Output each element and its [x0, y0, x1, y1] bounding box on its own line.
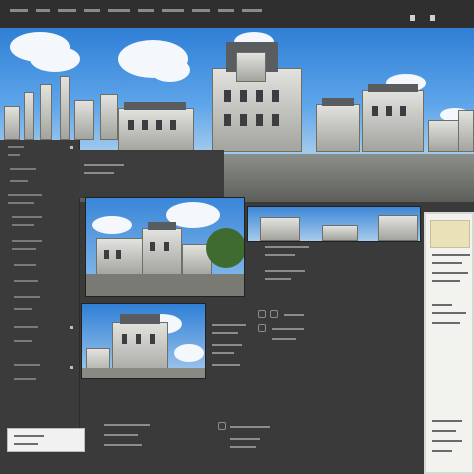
castle-thumbnail-1[interactable] [85, 197, 245, 297]
menu-item[interactable] [218, 9, 234, 12]
layers-icon[interactable] [410, 15, 415, 21]
castle-thumbnail-2[interactable] [81, 303, 206, 379]
eraser-icon[interactable] [270, 310, 278, 318]
footer-label [230, 438, 260, 440]
property-label [212, 364, 240, 366]
menu-item[interactable] [242, 9, 262, 12]
castle-thumbnail-3[interactable] [247, 206, 421, 242]
tool-label [284, 314, 304, 316]
footer-label [104, 444, 142, 446]
file-info-strip [78, 150, 224, 198]
menu-item[interactable] [84, 9, 100, 12]
menu-item[interactable] [58, 9, 76, 12]
layer-label [265, 278, 291, 280]
footer-label [104, 424, 150, 426]
left-tools-panel [0, 140, 80, 440]
select-icon[interactable] [258, 324, 266, 332]
layer-label [265, 246, 309, 248]
context-popup[interactable] [7, 428, 85, 452]
menu-item[interactable] [10, 9, 28, 12]
menu-item[interactable] [138, 9, 154, 12]
property-label [212, 324, 246, 326]
image-editor-window [0, 0, 474, 474]
footer-label [104, 434, 138, 436]
color-swatch[interactable] [430, 220, 470, 248]
crop-icon[interactable] [218, 422, 226, 430]
footer-label [230, 426, 270, 428]
menu-item[interactable] [162, 9, 184, 12]
properties-panel [424, 212, 474, 474]
tool-label [272, 338, 296, 340]
window-icon[interactable] [430, 15, 435, 21]
menu-item[interactable] [108, 9, 130, 12]
top-menu-bar [0, 0, 474, 28]
property-label [212, 332, 238, 334]
brush-icon[interactable] [258, 310, 266, 318]
tool-label [272, 328, 304, 330]
property-label [212, 352, 234, 354]
menu-item[interactable] [36, 9, 50, 12]
layer-label [265, 254, 295, 256]
property-label [212, 344, 242, 346]
menu-item[interactable] [192, 9, 210, 12]
layer-label [265, 270, 305, 272]
footer-label [230, 446, 256, 448]
